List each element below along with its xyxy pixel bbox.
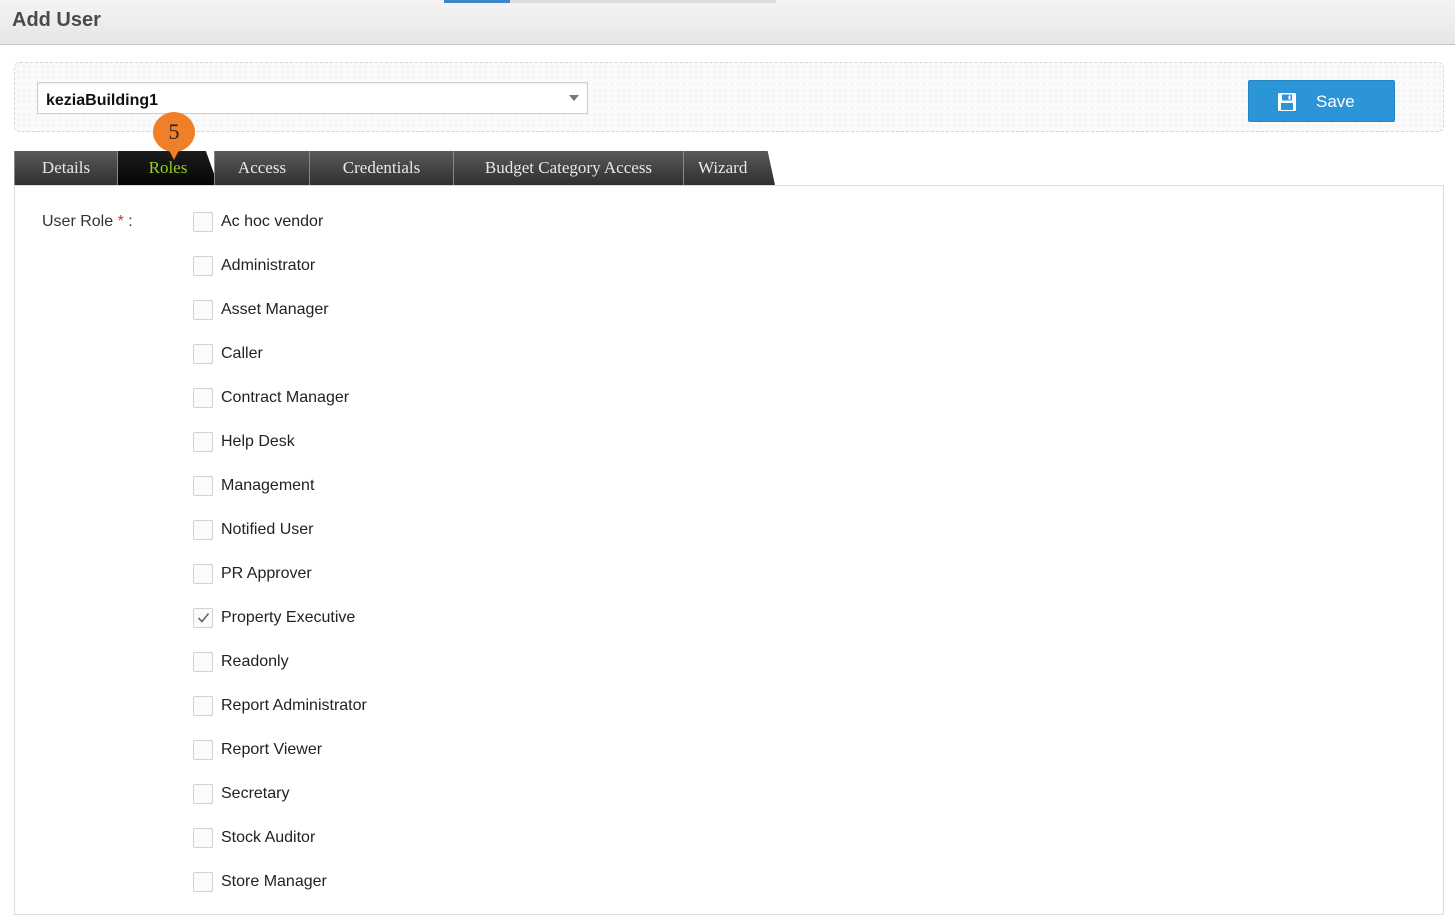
tab-wizard[interactable]: Wizard (683, 151, 775, 185)
chevron-down-icon[interactable] (569, 95, 579, 101)
role-option-label: Report Viewer (221, 741, 323, 758)
tab-label: Wizard (698, 158, 748, 177)
role-option-label: Report Administrator (221, 697, 367, 714)
role-option-label: PR Approver (221, 565, 312, 582)
role-option-label: Secretary (221, 785, 290, 802)
step-annotation-badge: 5 (151, 110, 197, 160)
role-checkbox[interactable] (193, 432, 213, 452)
page-header: Add User (0, 0, 1455, 45)
role-checkbox[interactable] (193, 520, 213, 540)
role-checkbox[interactable] (193, 652, 213, 672)
role-option-label: Property Executive (221, 609, 356, 626)
role-checkbox[interactable] (193, 388, 213, 408)
tab-label: Access (237, 158, 287, 177)
role-checkbox[interactable] (193, 344, 213, 364)
toolbar-panel: keziaBuilding1 Save (14, 62, 1444, 132)
role-checkbox[interactable] (193, 256, 213, 276)
role-checkbox[interactable] (193, 564, 213, 584)
tab-label: Credentials (342, 158, 421, 177)
tab-label: Budget Category Access (484, 158, 653, 177)
header-top-line-active (444, 0, 510, 3)
building-select[interactable]: keziaBuilding1 (37, 82, 588, 114)
role-option-label: Contract Manager (221, 389, 350, 406)
role-checkbox[interactable] (193, 212, 213, 232)
role-checkbox[interactable] (193, 740, 213, 760)
role-option-label: Administrator (221, 257, 316, 274)
page-title: Add User (12, 9, 101, 31)
role-checkbox[interactable] (193, 300, 213, 320)
role-option-label: Notified User (221, 521, 314, 538)
role-checkbox[interactable] (193, 476, 213, 496)
tab-bar: Details Roles Access Credentials Budget … (14, 151, 784, 185)
role-checkbox[interactable] (193, 872, 213, 892)
tab-access[interactable]: Access (214, 151, 309, 185)
roles-panel: User Role * : Ac hoc vendor Administrato… (14, 185, 1444, 915)
role-option-label: Asset Manager (221, 301, 329, 318)
user-role-label: User Role * : (42, 213, 133, 231)
checkmark-icon (197, 612, 210, 623)
role-checkbox-checked[interactable] (193, 608, 213, 628)
save-button[interactable]: Save (1248, 80, 1395, 122)
role-option-label: Caller (221, 345, 263, 362)
role-option-label: Help Desk (221, 433, 295, 450)
step-number: 5 (168, 119, 180, 144)
tab-label: Details (41, 158, 91, 177)
role-checkbox[interactable] (193, 696, 213, 716)
role-option-label: Stock Auditor (221, 829, 316, 846)
user-role-label-text: User Role (42, 213, 114, 230)
role-option-label: Readonly (221, 653, 289, 670)
role-option-label: Management (221, 477, 315, 494)
tab-credentials[interactable]: Credentials (309, 151, 453, 185)
label-colon: : (128, 213, 133, 230)
save-button-label: Save (1316, 92, 1355, 111)
role-option-label: Store Manager (221, 873, 327, 890)
role-checkbox[interactable] (193, 784, 213, 804)
tab-details[interactable]: Details (14, 151, 117, 185)
building-select-value: keziaBuilding1 (46, 92, 159, 109)
role-option-label: Ac hoc vendor (221, 213, 324, 230)
role-checkbox[interactable] (193, 828, 213, 848)
required-marker: * (117, 213, 124, 230)
tab-budget-category-access[interactable]: Budget Category Access (453, 151, 683, 185)
floppy-disk-icon (1278, 93, 1296, 111)
